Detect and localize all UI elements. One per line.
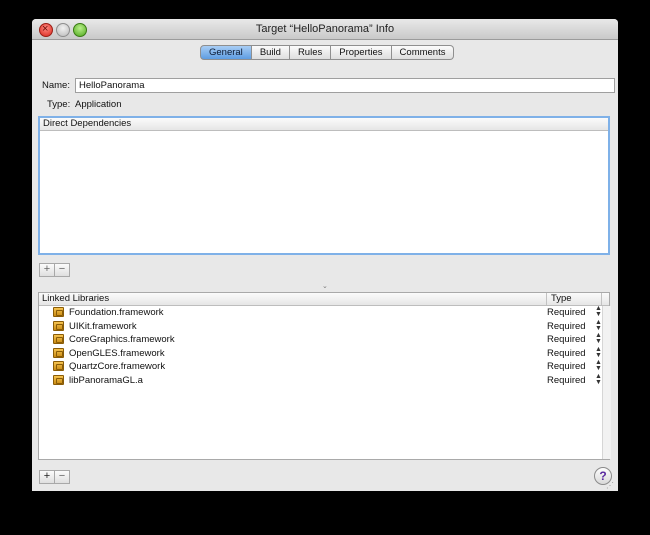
- library-name: OpenGLES.framework: [69, 347, 165, 359]
- dependency-controls: + −: [39, 263, 70, 277]
- column-header-type[interactable]: Type: [546, 293, 601, 305]
- info-window: Target “HelloPanorama” Info General Buil…: [32, 19, 618, 491]
- stepper-icon[interactable]: ▲ ▼: [595, 359, 602, 372]
- library-type[interactable]: Required: [547, 347, 586, 360]
- tab-properties[interactable]: Properties: [331, 45, 392, 60]
- linked-libraries-table: Linked Libraries Type Foundation.framewo…: [38, 292, 611, 460]
- library-name: libPanoramaGL.a: [69, 374, 143, 386]
- title-bar: Target “HelloPanorama” Info: [32, 19, 618, 40]
- stepper-icon[interactable]: ▲ ▼: [595, 305, 602, 318]
- name-input[interactable]: HelloPanorama: [75, 78, 615, 93]
- column-divider: [601, 293, 602, 305]
- library-controls: + −: [39, 470, 70, 484]
- table-row[interactable]: libPanoramaGL.a Required ▲ ▼: [39, 373, 602, 387]
- library-icon: [53, 320, 64, 331]
- vertical-scrollbar[interactable]: [602, 306, 611, 459]
- table-row[interactable]: CoreGraphics.framework Required ▲ ▼: [39, 332, 602, 346]
- library-type[interactable]: Required: [547, 374, 586, 387]
- library-name: UIKit.framework: [69, 320, 137, 332]
- library-name: QuartzCore.framework: [69, 361, 166, 372]
- stepper-icon[interactable]: ▲ ▼: [595, 319, 602, 332]
- table-row[interactable]: Foundation.framework Required ▲ ▼: [39, 305, 602, 319]
- type-label: Type:: [47, 99, 71, 110]
- close-icon[interactable]: [39, 19, 53, 39]
- column-header-linked-libraries[interactable]: Linked Libraries: [42, 293, 109, 305]
- add-dependency-button[interactable]: +: [39, 263, 55, 277]
- library-icon: [53, 307, 64, 317]
- tab-build[interactable]: Build: [251, 45, 290, 60]
- tab-general[interactable]: General: [200, 45, 252, 60]
- stepper-icon[interactable]: ▲ ▼: [595, 373, 602, 386]
- library-type[interactable]: Required: [547, 333, 586, 346]
- zoom-icon[interactable]: [73, 23, 87, 37]
- split-handle[interactable]: ⌄: [322, 283, 328, 290]
- table-row[interactable]: QuartzCore.framework Required ▲ ▼: [39, 359, 602, 373]
- tab-comments[interactable]: Comments: [391, 45, 455, 60]
- dependencies-list[interactable]: Direct Dependencies: [38, 116, 610, 255]
- add-library-button[interactable]: +: [39, 470, 55, 484]
- library-icon: [53, 374, 64, 385]
- name-label: Name:: [42, 80, 70, 91]
- minimize-icon[interactable]: [56, 23, 70, 37]
- tab-bar: General Build Rules Properties Comments: [200, 45, 455, 60]
- window-title: Target “HelloPanorama” Info: [255, 23, 395, 35]
- library-name: CoreGraphics.framework: [69, 334, 175, 345]
- table-row[interactable]: UIKit.framework Required ▲ ▼: [39, 319, 602, 333]
- tab-rules[interactable]: Rules: [289, 45, 332, 60]
- library-name: Foundation.framework: [69, 307, 164, 318]
- library-icon: [53, 347, 64, 358]
- stepper-icon[interactable]: ▲ ▼: [595, 332, 602, 345]
- stepper-icon[interactable]: ▲ ▼: [595, 346, 602, 359]
- resize-grip-icon[interactable]: ⋰: [606, 481, 614, 490]
- library-type[interactable]: Required: [547, 306, 586, 319]
- remove-library-button[interactable]: −: [55, 470, 70, 484]
- library-icon: [53, 361, 64, 371]
- table-header: Linked Libraries Type: [39, 293, 609, 306]
- library-type[interactable]: Required: [547, 320, 586, 333]
- dependencies-header: Direct Dependencies: [40, 118, 608, 131]
- library-icon: [53, 334, 64, 344]
- library-type[interactable]: Required: [547, 360, 586, 373]
- remove-dependency-button[interactable]: −: [55, 263, 70, 277]
- table-row[interactable]: OpenGLES.framework Required ▲ ▼: [39, 346, 602, 360]
- type-value: Application: [75, 99, 122, 110]
